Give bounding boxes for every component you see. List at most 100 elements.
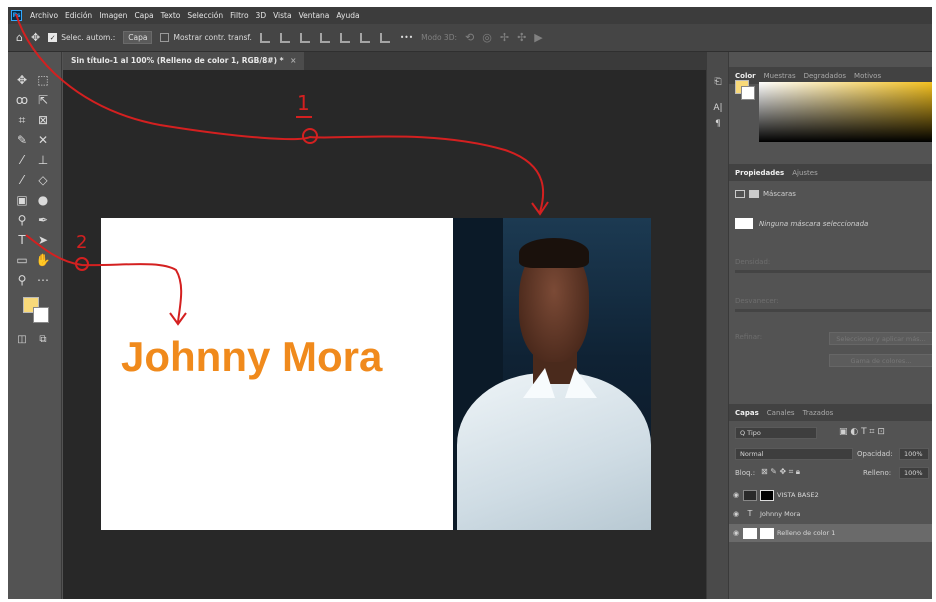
menu-ayuda[interactable]: Ayuda <box>336 11 359 20</box>
feather-slider[interactable] <box>735 309 931 312</box>
crop-tool-icon[interactable]: ⌗ <box>14 112 30 128</box>
portrait-photo[interactable] <box>453 218 651 530</box>
menu-vista[interactable]: Vista <box>273 11 292 20</box>
lasso-tool-icon[interactable]: ꝏ <box>14 92 30 108</box>
photoshop-window: Ps Archivo Edición Imagen Capa Texto Sel… <box>8 7 932 599</box>
visibility-eye-icon[interactable]: ◉ <box>729 510 743 518</box>
blend-mode-dropdown[interactable]: Normal <box>735 448 853 460</box>
align-top-icon[interactable] <box>319 32 330 43</box>
lock-icons[interactable]: ⊠ ✎ ✥ ⌗ 🔒︎ <box>761 467 800 477</box>
layer-row[interactable]: ◉ VISTA BASE2 <box>729 486 932 504</box>
layer-kind-filter[interactable]: Q Tipo <box>735 427 817 439</box>
tab-color[interactable]: Color <box>735 72 756 80</box>
tab-paths[interactable]: Trazados <box>803 409 834 417</box>
auto-select-checkbox[interactable]: ✓ Selec. autom.: <box>48 33 115 42</box>
gradient-tool-icon[interactable]: ▣ <box>14 192 30 208</box>
document-tab[interactable]: Sin título-1 al 100% (Relleno de color 1… <box>63 52 305 70</box>
ps-logo-icon[interactable]: Ps <box>11 10 22 21</box>
menu-imagen[interactable]: Imagen <box>99 11 127 20</box>
close-icon[interactable]: × <box>290 56 296 65</box>
opacity-input[interactable]: 100% <box>899 448 929 460</box>
type-tool-icon[interactable]: T <box>14 232 30 248</box>
move-tool-icon[interactable]: ✥ <box>14 72 30 88</box>
3d-slide-icon[interactable]: ✣ <box>517 31 526 44</box>
pixel-mask-icon[interactable] <box>735 190 745 198</box>
character-panel-icon[interactable]: A| <box>712 102 724 114</box>
move-tool-icon[interactable]: ✥ <box>31 31 40 44</box>
eraser-tool-icon[interactable]: ◇ <box>35 172 51 188</box>
tab-layers[interactable]: Capas <box>735 409 759 417</box>
auto-select-dropdown[interactable]: Capa <box>123 31 153 44</box>
distribute-icon[interactable] <box>379 32 390 43</box>
path-select-tool-icon[interactable]: ➤ <box>35 232 51 248</box>
layer-row[interactable]: ◉ Relleno de color 1 <box>729 524 932 542</box>
feather-label: Desvanecer: <box>735 297 779 305</box>
background-color-chip[interactable] <box>741 86 755 100</box>
align-center-icon[interactable] <box>279 32 290 43</box>
layer-filter-icons[interactable]: ▣ ◐ T ⌗ ⊡ <box>839 427 885 437</box>
screen-mode-icon[interactable]: ⧉ <box>35 332 51 348</box>
3d-pan-icon[interactable]: ✢ <box>500 31 509 44</box>
density-label: Densidad: <box>735 258 771 266</box>
zoom-tool-icon[interactable]: ⚲ <box>14 272 30 288</box>
more-options-button[interactable]: ••• <box>400 33 413 42</box>
fill-input[interactable]: 100% <box>899 467 929 479</box>
menu-filtro[interactable]: Filtro <box>230 11 248 20</box>
pen-tool-icon[interactable]: ✒ <box>35 212 51 228</box>
tab-gradients[interactable]: Degradados <box>804 72 846 80</box>
more-tools-icon[interactable]: ⋯ <box>35 272 51 288</box>
document-canvas[interactable]: Johnny Mora <box>101 218 651 530</box>
color-picker-field[interactable] <box>759 82 932 142</box>
brush-tool-icon[interactable]: ⁄ <box>14 152 30 168</box>
tab-channels[interactable]: Canales <box>767 409 795 417</box>
3d-camera-icon[interactable]: ▶ <box>534 31 542 44</box>
menu-seleccion[interactable]: Selección <box>187 11 223 20</box>
layer-row[interactable]: ◉ T Johnny Mora <box>729 505 932 523</box>
checkbox-checked-icon: ✓ <box>48 33 58 42</box>
menu-texto[interactable]: Texto <box>161 11 181 20</box>
eyedropper-tool-icon[interactable]: ✎ <box>14 132 30 148</box>
menu-archivo[interactable]: Archivo <box>30 11 58 20</box>
quick-mask-icon[interactable]: ◫ <box>14 332 30 348</box>
canvas-area[interactable]: Johnny Mora <box>63 70 706 599</box>
menu-capa[interactable]: Capa <box>134 11 153 20</box>
show-transform-checkbox[interactable]: Mostrar contr. transf. <box>160 33 252 42</box>
align-middle-icon[interactable] <box>339 32 350 43</box>
tab-swatches[interactable]: Muestras <box>764 72 796 80</box>
visibility-eye-icon[interactable]: ◉ <box>729 529 743 537</box>
home-icon[interactable]: ⌂ <box>16 31 23 44</box>
visibility-eye-icon[interactable]: ◉ <box>729 491 743 499</box>
marquee-tool-icon[interactable]: ⬚ <box>35 72 51 88</box>
properties-panel-tabs: Propiedades Ajustes <box>729 164 932 181</box>
history-panel-icon[interactable]: ⎗ <box>712 76 724 88</box>
headline-text-layer[interactable]: Johnny Mora <box>121 333 382 381</box>
healing-tool-icon[interactable]: ✕ <box>35 132 51 148</box>
panel-stack: Color Muestras Degradados Motivos Propie… <box>729 52 932 599</box>
menu-3d[interactable]: 3D <box>256 11 267 20</box>
tab-properties[interactable]: Propiedades <box>735 169 784 177</box>
3d-roll-icon[interactable]: ◎ <box>482 31 492 44</box>
align-left-icon[interactable] <box>259 32 270 43</box>
color-range-button[interactable]: Gama de colores... <box>829 354 932 367</box>
rectangle-tool-icon[interactable]: ▭ <box>14 252 30 268</box>
frame-tool-icon[interactable]: ⊠ <box>35 112 51 128</box>
history-brush-tool-icon[interactable]: ⁄ <box>14 172 30 188</box>
paragraph-panel-icon[interactable]: ¶ <box>712 118 724 130</box>
auto-select-label: Selec. autom.: <box>61 33 116 42</box>
blur-tool-icon[interactable]: ● <box>35 192 51 208</box>
quick-select-tool-icon[interactable]: ⇱ <box>35 92 51 108</box>
background-color-swatch[interactable] <box>33 307 49 323</box>
menu-ventana[interactable]: Ventana <box>299 11 330 20</box>
3d-orbit-icon[interactable]: ⟲ <box>465 31 474 44</box>
select-and-mask-button[interactable]: Seleccionar y aplicar más... <box>829 332 932 345</box>
tab-adjustments[interactable]: Ajustes <box>792 169 818 177</box>
vector-mask-icon[interactable] <box>749 190 759 198</box>
density-slider[interactable] <box>735 270 931 273</box>
hand-tool-icon[interactable]: ✋ <box>35 252 51 268</box>
dodge-tool-icon[interactable]: ⚲ <box>14 212 30 228</box>
align-right-icon[interactable] <box>299 32 310 43</box>
menu-edicion[interactable]: Edición <box>65 11 92 20</box>
align-bottom-icon[interactable] <box>359 32 370 43</box>
tab-patterns[interactable]: Motivos <box>854 72 881 80</box>
stamp-tool-icon[interactable]: ⊥ <box>35 152 51 168</box>
